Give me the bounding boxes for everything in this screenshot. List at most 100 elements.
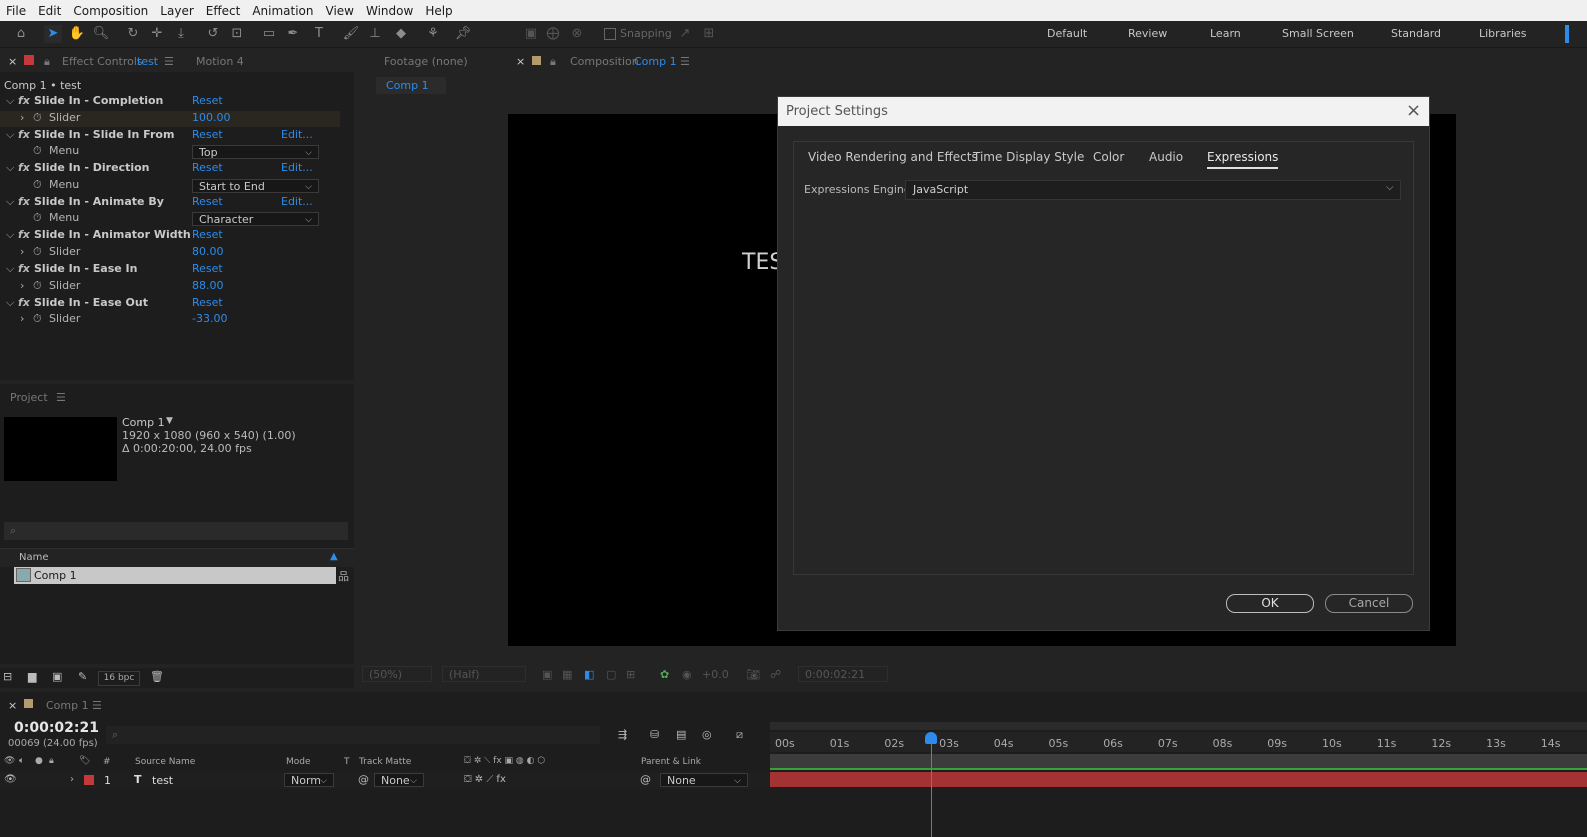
effect-property-row[interactable]: ⏱︎ Menu Top ⌵: [0, 144, 340, 160]
menu-help[interactable]: Help: [419, 4, 458, 18]
collapse-icon[interactable]: ⌵: [6, 262, 14, 276]
resolution-dropdown[interactable]: (Half): [442, 666, 526, 682]
effect-reset-link[interactable]: Reset: [192, 262, 223, 275]
panel-menu-icon[interactable]: ☰: [92, 699, 102, 712]
effect-row[interactable]: ⌵ fx Slide In - Slide In From Reset Edit...: [0, 128, 340, 144]
effect-row[interactable]: ⌵ fx Slide In - Animate By Reset Edit...: [0, 195, 340, 211]
trash-icon[interactable]: 🗑︎: [150, 670, 164, 683]
brush-tool-icon[interactable]: 🖌︎: [342, 25, 360, 43]
rotate-tool-icon[interactable]: ↻: [124, 25, 142, 43]
show-snapshot-icon[interactable]: ☍: [770, 668, 781, 681]
label-icon[interactable]: 🏷︎: [79, 756, 90, 766]
effect-row[interactable]: ⌵ fx Slide In - Direction Reset Edit...: [0, 161, 340, 177]
collapse-icon[interactable]: ⌵: [6, 296, 14, 310]
current-timecode[interactable]: 0:00:02:21: [14, 720, 99, 736]
timeline-search-input[interactable]: ⌕: [106, 726, 600, 744]
stopwatch-icon[interactable]: ⏱︎: [33, 279, 42, 293]
parent-pickwhip-icon[interactable]: @: [640, 773, 651, 786]
close-icon[interactable]: ×: [516, 55, 525, 68]
fx-icon[interactable]: fx: [18, 262, 30, 275]
project-settings-icon[interactable]: ✎: [78, 670, 87, 683]
audio-icon[interactable]: 🔈︎: [19, 756, 24, 766]
collapse-icon[interactable]: ⌵: [6, 128, 14, 142]
menu-effect[interactable]: Effect: [200, 4, 247, 18]
menu-animation[interactable]: Animation: [246, 4, 319, 18]
rectangle-tool-icon[interactable]: ▭: [260, 25, 278, 43]
effect-property-row[interactable]: › ⏱︎ Slider -33.00: [0, 312, 340, 328]
effect-property-row[interactable]: › ⏱︎ Slider 100.00: [0, 110, 340, 127]
tab-time-display[interactable]: Time Display Style: [973, 150, 1084, 164]
stopwatch-icon[interactable]: ⏱︎: [33, 211, 42, 225]
layer-mode-dropdown[interactable]: Norm ⌵: [284, 773, 334, 787]
lock-column-icon[interactable]: 🔒︎: [49, 756, 54, 766]
effect-menu-dropdown[interactable]: Top ⌵: [192, 145, 319, 160]
motion-blur-icon[interactable]: ◎: [702, 728, 712, 741]
stopwatch-icon[interactable]: ⏱︎: [33, 111, 42, 125]
comp-dropdown-icon[interactable]: ▼: [166, 416, 173, 426]
fx-icon[interactable]: fx: [18, 161, 30, 174]
close-icon[interactable]: ×: [8, 699, 17, 712]
expand-icon[interactable]: ›: [20, 245, 24, 258]
menu-view[interactable]: View: [320, 4, 360, 18]
flowchart-icon[interactable]: 品: [338, 568, 349, 584]
cancel-button[interactable]: Cancel: [1325, 594, 1413, 613]
workspace-small-screen[interactable]: Small Screen: [1282, 27, 1354, 40]
graph-editor-icon[interactable]: ⧄: [736, 728, 743, 742]
collapse-icon[interactable]: ⌵: [6, 94, 14, 108]
layer-expand-icon[interactable]: ›: [70, 774, 74, 785]
tab-color[interactable]: Color: [1093, 150, 1124, 164]
menu-edit[interactable]: Edit: [32, 4, 67, 18]
world-axis-icon[interactable]: ⨁: [544, 25, 562, 43]
stopwatch-icon[interactable]: ⏱︎: [33, 178, 42, 192]
transparency-grid-icon[interactable]: ▦: [562, 668, 572, 681]
expressions-engine-select[interactable]: JavaScript ⌵: [905, 180, 1401, 200]
clone-tool-icon[interactable]: ⊥: [366, 25, 384, 43]
fast-preview-icon[interactable]: ▣: [542, 668, 552, 681]
effect-reset-link[interactable]: Reset: [192, 161, 223, 174]
parent-dropdown[interactable]: None ⌵: [660, 773, 748, 787]
effect-reset-link[interactable]: Reset: [192, 94, 223, 107]
track-matte-dropdown[interactable]: None ⌵: [374, 773, 424, 787]
fx-icon[interactable]: fx: [18, 228, 30, 241]
effect-edit-link[interactable]: Edit...: [281, 161, 313, 174]
effect-menu-dropdown[interactable]: Start to End ⌵: [192, 178, 319, 193]
playhead-handle[interactable]: [925, 732, 937, 744]
fx-icon[interactable]: fx: [18, 296, 30, 309]
tab-video-rendering[interactable]: Video Rendering and Effects: [808, 150, 978, 164]
effect-row[interactable]: ⌵ fx Slide In - Ease Out Reset: [0, 296, 340, 312]
collapse-icon[interactable]: ⌵: [6, 195, 14, 209]
fx-icon[interactable]: fx: [18, 94, 30, 107]
viewer-timecode[interactable]: 0:00:02:21: [798, 666, 888, 682]
orbit-tool-icon[interactable]: ↺: [204, 25, 222, 43]
close-icon[interactable]: ×: [8, 55, 17, 68]
fx-icon[interactable]: fx: [18, 128, 30, 141]
camera-tool-icon[interactable]: ⤓: [172, 25, 190, 43]
snap-grid-icon[interactable]: ⊞: [700, 25, 718, 43]
mask-visibility-icon[interactable]: ◧: [584, 668, 594, 681]
home-icon[interactable]: ⌂: [12, 25, 30, 43]
hand-tool-icon[interactable]: ✋: [68, 25, 86, 43]
project-item-row[interactable]: Comp 1: [14, 567, 336, 584]
stopwatch-icon[interactable]: ⏱︎: [33, 312, 42, 326]
exposure-value[interactable]: +0.0: [702, 668, 729, 681]
slider-value[interactable]: 80.00: [192, 245, 224, 258]
zoom-tool-icon[interactable]: 🔍︎: [92, 25, 110, 43]
collapse-icon[interactable]: ⌵: [6, 228, 14, 242]
effect-menu-dropdown[interactable]: Character ⌵: [192, 212, 319, 227]
effect-property-row[interactable]: ⏱︎ Menu Character ⌵: [0, 211, 340, 227]
footage-tab[interactable]: Footage (none): [384, 55, 468, 68]
collapse-icon[interactable]: ⌵: [6, 161, 14, 175]
menu-layer[interactable]: Layer: [154, 4, 199, 18]
anchor-tool-icon[interactable]: ⊡: [228, 25, 246, 43]
effect-reset-link[interactable]: Reset: [192, 228, 223, 241]
zoom-dropdown[interactable]: (50%): [362, 666, 432, 682]
menu-composition[interactable]: Composition: [67, 4, 154, 18]
slider-value[interactable]: 88.00: [192, 279, 224, 292]
move-tool-icon[interactable]: ✛: [148, 25, 166, 43]
view-axis-icon[interactable]: ⊗: [568, 25, 586, 43]
name-column-header[interactable]: Name: [19, 552, 49, 563]
color-channel-icon[interactable]: ✿: [660, 668, 669, 681]
effect-controls-tab-layer[interactable]: test: [137, 55, 158, 68]
lock-icon[interactable]: 🔒︎: [550, 55, 556, 69]
expand-icon[interactable]: ›: [20, 279, 24, 292]
